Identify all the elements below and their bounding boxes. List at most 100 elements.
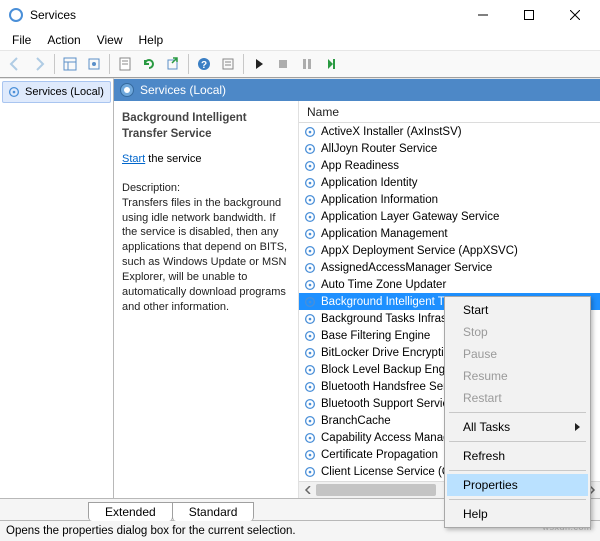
maximize-button[interactable] [506, 0, 552, 30]
toolbar-separator [243, 54, 244, 74]
gear-icon [303, 397, 317, 411]
service-name: Certificate Propagation [321, 449, 438, 461]
help-icon: ? [196, 56, 212, 72]
menu-separator [449, 470, 586, 471]
service-row[interactable]: ActiveX Installer (AxInstSV) [299, 123, 600, 140]
arrow-right-icon [31, 56, 47, 72]
context-menu-all-tasks[interactable]: All Tasks [447, 416, 588, 438]
gear-icon [303, 295, 317, 309]
export2-icon [165, 56, 181, 72]
header-orb-icon [120, 83, 134, 97]
gear-icon [303, 414, 317, 428]
restart-service-button[interactable] [320, 53, 342, 75]
context-menu-properties[interactable]: Properties [447, 474, 588, 496]
service-row[interactable]: App Readiness [299, 157, 600, 174]
service-name: AppX Deployment Service (AppXSVC) [321, 245, 518, 257]
gear-icon [7, 85, 21, 99]
content-header-title: Services (Local) [140, 83, 226, 97]
refresh-icon [141, 56, 157, 72]
gear-icon [303, 363, 317, 377]
gear-icon [303, 431, 317, 445]
column-header-name[interactable]: Name [299, 101, 600, 123]
nav-item-services-local[interactable]: Services (Local) [2, 81, 111, 103]
gear-icon [303, 346, 317, 360]
context-menu-restart: Restart [447, 387, 588, 409]
stop-service-button [272, 53, 294, 75]
gear-icon [303, 227, 317, 241]
menu-separator [449, 499, 586, 500]
service-name: App Readiness [321, 160, 399, 172]
gear-icon [303, 465, 317, 479]
service-name: Application Identity [321, 177, 418, 189]
service-row[interactable]: AllJoyn Router Service [299, 140, 600, 157]
service-name: ActiveX Installer (AxInstSV) [321, 126, 462, 138]
service-row[interactable]: Application Information [299, 191, 600, 208]
gear-icon [303, 380, 317, 394]
service-description: Transfers files in the background using … [122, 196, 290, 315]
service-name: Application Management [321, 228, 448, 240]
scroll-left-button[interactable] [299, 482, 316, 499]
service-row[interactable]: AppX Deployment Service (AppXSVC) [299, 242, 600, 259]
tab-extended[interactable]: Extended [88, 502, 173, 521]
service-name: Application Layer Gateway Service [321, 211, 499, 223]
service-name: Auto Time Zone Updater [321, 279, 446, 291]
export-list-button[interactable] [83, 53, 105, 75]
menu-separator [449, 412, 586, 413]
help-toolbar-button[interactable]: ? [193, 53, 215, 75]
context-menu-refresh[interactable]: Refresh [447, 445, 588, 467]
menu-view[interactable]: View [89, 31, 131, 49]
refresh-toolbar-button[interactable] [138, 53, 160, 75]
start-service-button[interactable] [248, 53, 270, 75]
service-name: Background Intelligent Tran [321, 296, 461, 308]
gear-icon [303, 159, 317, 173]
stop-icon [275, 56, 291, 72]
pause-service-button [296, 53, 318, 75]
action-button[interactable] [217, 53, 239, 75]
start-service-link[interactable]: Start [122, 153, 145, 165]
service-name: AssignedAccessManager Service [321, 262, 492, 274]
service-name: AllJoyn Router Service [321, 143, 437, 155]
service-row[interactable]: Auto Time Zone Updater [299, 276, 600, 293]
play-icon [251, 56, 267, 72]
context-menu: StartStopPauseResumeRestartAll TasksRefr… [444, 296, 591, 528]
arrow-left-icon [7, 56, 23, 72]
menu-help[interactable]: Help [131, 31, 172, 49]
properties-toolbar-button[interactable] [114, 53, 136, 75]
service-row[interactable]: AssignedAccessManager Service [299, 259, 600, 276]
menu-action[interactable]: Action [39, 31, 88, 49]
gear-icon [303, 210, 317, 224]
tab-standard[interactable]: Standard [172, 502, 255, 521]
context-menu-help[interactable]: Help [447, 503, 588, 525]
selected-service-title: Background Intelligent Transfer Service [122, 111, 290, 142]
context-menu-start[interactable]: Start [447, 299, 588, 321]
toolbar: ? [0, 50, 600, 78]
service-detail-pane: Background Intelligent Transfer Service … [114, 101, 298, 498]
service-row[interactable]: Application Management [299, 225, 600, 242]
export-icon [86, 56, 102, 72]
minimize-button[interactable] [460, 0, 506, 30]
service-name: BitLocker Drive Encryption [321, 347, 457, 359]
scroll-thumb[interactable] [316, 484, 436, 496]
gear-icon [303, 244, 317, 258]
gear-icon [303, 125, 317, 139]
service-row[interactable]: Application Layer Gateway Service [299, 208, 600, 225]
action-icon [220, 56, 236, 72]
service-row[interactable]: Application Identity [299, 174, 600, 191]
close-button[interactable] [552, 0, 598, 30]
gear-icon [303, 261, 317, 275]
toolbar-separator [109, 54, 110, 74]
services-app-icon [8, 7, 24, 23]
gear-icon [303, 278, 317, 292]
menu-file[interactable]: File [4, 31, 39, 49]
service-name: BranchCache [321, 415, 391, 427]
tree-icon [62, 56, 78, 72]
gear-icon [303, 176, 317, 190]
navigation-pane: Services (Local) [0, 78, 114, 498]
export-button[interactable] [162, 53, 184, 75]
props-icon [117, 56, 133, 72]
service-name: Application Information [321, 194, 438, 206]
restart-icon [323, 56, 339, 72]
content-header: Services (Local) [114, 79, 600, 101]
show-hide-tree-button[interactable] [59, 53, 81, 75]
context-menu-stop: Stop [447, 321, 588, 343]
